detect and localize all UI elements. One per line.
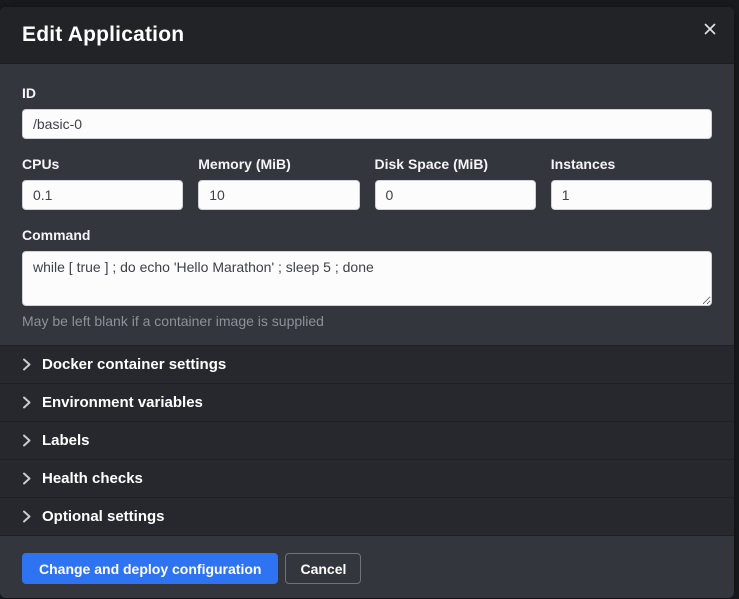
section-optional-settings[interactable]: Optional settings bbox=[0, 497, 734, 535]
section-health-checks[interactable]: Health checks bbox=[0, 459, 734, 497]
chevron-right-icon bbox=[22, 510, 31, 523]
modal-footer: Change and deploy configuration Cancel bbox=[0, 536, 734, 598]
section-title: Environment variables bbox=[42, 394, 203, 411]
command-label: Command bbox=[22, 227, 712, 243]
modal-body: ID CPUs Memory (MiB) Disk Space (MiB) In… bbox=[0, 64, 734, 329]
memory-label: Memory (MiB) bbox=[198, 156, 359, 172]
section-docker-container-settings[interactable]: Docker container settings bbox=[0, 345, 734, 383]
cpus-label: CPUs bbox=[22, 156, 183, 172]
instances-input[interactable] bbox=[551, 180, 712, 210]
accordion-sections: Docker container settings Environment va… bbox=[0, 345, 734, 536]
resources-row: CPUs Memory (MiB) Disk Space (MiB) Insta… bbox=[22, 156, 712, 210]
close-button[interactable] bbox=[698, 18, 722, 42]
command-textarea[interactable]: while [ true ] ; do echo 'Hello Marathon… bbox=[22, 251, 712, 306]
modal-title: Edit Application bbox=[22, 23, 184, 47]
disk-label: Disk Space (MiB) bbox=[375, 156, 536, 172]
section-title: Optional settings bbox=[42, 508, 165, 525]
cpus-input[interactable] bbox=[22, 180, 183, 210]
modal-header: Edit Application bbox=[0, 7, 734, 64]
chevron-right-icon bbox=[22, 434, 31, 447]
instances-label: Instances bbox=[551, 156, 712, 172]
memory-input[interactable] bbox=[198, 180, 359, 210]
command-help-text: May be left blank if a container image i… bbox=[22, 313, 712, 329]
chevron-right-icon bbox=[22, 358, 31, 371]
instances-field-group: Instances bbox=[551, 156, 712, 210]
section-title: Health checks bbox=[42, 470, 143, 487]
cancel-button[interactable]: Cancel bbox=[285, 553, 361, 584]
chevron-right-icon bbox=[22, 396, 31, 409]
edit-application-modal: Edit Application ID CPUs Memory (MiB) bbox=[0, 7, 734, 598]
id-label: ID bbox=[22, 85, 712, 101]
section-title: Docker container settings bbox=[42, 356, 226, 373]
section-labels[interactable]: Labels bbox=[0, 421, 734, 459]
id-field-group: ID bbox=[22, 85, 712, 139]
close-icon bbox=[704, 23, 716, 38]
memory-field-group: Memory (MiB) bbox=[198, 156, 359, 210]
id-input[interactable] bbox=[22, 109, 712, 139]
disk-input[interactable] bbox=[375, 180, 536, 210]
chevron-right-icon bbox=[22, 472, 31, 485]
cpus-field-group: CPUs bbox=[22, 156, 183, 210]
command-field-group: Command while [ true ] ; do echo 'Hello … bbox=[22, 227, 712, 329]
section-environment-variables[interactable]: Environment variables bbox=[0, 383, 734, 421]
section-title: Labels bbox=[42, 432, 90, 449]
change-and-deploy-button[interactable]: Change and deploy configuration bbox=[22, 553, 278, 584]
disk-field-group: Disk Space (MiB) bbox=[375, 156, 536, 210]
